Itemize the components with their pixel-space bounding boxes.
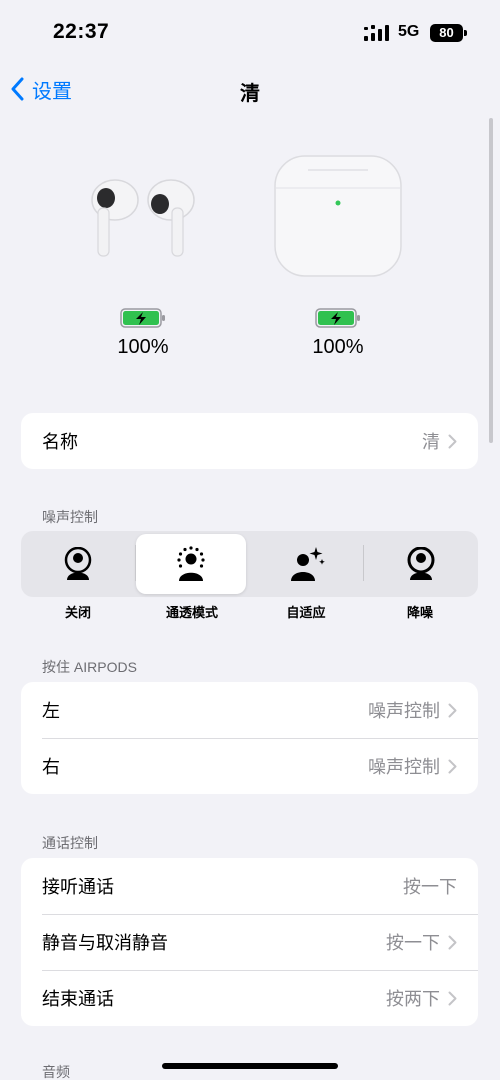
adaptive-icon: [291, 547, 325, 581]
noise-control-selector: [21, 531, 478, 597]
chevron-right-icon: [448, 434, 457, 448]
chevron-right-icon: [448, 991, 457, 1005]
noise-option-off[interactable]: [21, 531, 135, 597]
earbuds-battery-icon: [120, 308, 165, 328]
device-battery-panel: 100% 100%: [0, 140, 500, 370]
home-indicator[interactable]: [162, 1063, 338, 1069]
noise-option-adaptive-label: 自适应: [286, 605, 326, 620]
noise-option-adaptive[interactable]: [250, 531, 364, 597]
audio-header: 音频: [42, 1064, 70, 1080]
call-controls-group: 接听通话 按一下 静音与取消静音 按一下 结束通话 按两下: [21, 858, 478, 1026]
noise-option-transparency-label: 通透模式: [165, 605, 218, 620]
noise-option-off-label: 关闭: [64, 605, 91, 620]
noise-control-header: 噪声控制: [42, 509, 98, 525]
row-label: 接听通话: [42, 877, 114, 897]
mute-unmute-row[interactable]: 静音与取消静音 按一下: [21, 914, 478, 970]
press-hold-left-row[interactable]: 左 噪声控制: [21, 682, 478, 738]
earbuds-battery-percent: 100%: [117, 336, 169, 358]
row-label: 结束通话: [42, 989, 114, 1009]
battery-level: 80: [430, 24, 463, 42]
noise-option-cancellation[interactable]: [364, 531, 478, 597]
chevron-right-icon: [448, 703, 457, 717]
battery-icon: [464, 30, 467, 36]
chevron-right-icon: [448, 759, 457, 773]
airpods-case-icon: [274, 155, 402, 277]
row-value: 噪声控制: [368, 757, 440, 777]
network-type: 5G: [398, 23, 420, 40]
status-bar: 22:37 5G 80: [0, 0, 500, 66]
chevron-right-icon: [448, 935, 457, 949]
row-label: 左: [42, 701, 60, 721]
press-hold-group: 左 噪声控制 右 噪声控制: [21, 682, 478, 794]
noise-option-cancellation-label: 降噪: [406, 605, 433, 620]
row-value: 按一下: [386, 933, 440, 953]
case-status: 100%: [263, 140, 413, 370]
cellular-signal-icon: [364, 25, 389, 41]
row-label: 静音与取消静音: [42, 933, 168, 953]
name-label: 名称: [42, 432, 78, 452]
case-battery-percent: 100%: [312, 336, 364, 358]
press-hold-right-row[interactable]: 右 噪声控制: [21, 738, 478, 794]
noise-cancellation-icon: [407, 547, 435, 580]
row-value: 噪声控制: [368, 701, 440, 721]
call-controls-header: 通话控制: [42, 835, 98, 851]
segment-divider: [135, 545, 136, 581]
earbuds-status: 100%: [68, 140, 218, 370]
press-hold-header: 按住 AIRPODS: [42, 659, 137, 675]
noise-option-transparency[interactable]: [136, 534, 246, 594]
name-row[interactable]: 名称 清: [21, 413, 478, 469]
row-value: 按两下: [386, 989, 440, 1009]
airpods-earbuds-icon: [91, 179, 195, 257]
status-time: 22:37: [53, 20, 110, 43]
end-call-row[interactable]: 结束通话 按两下: [21, 970, 478, 1026]
answer-call-row[interactable]: 接听通话 按一下: [21, 858, 478, 914]
transparency-icon: [177, 546, 205, 581]
row-label: 右: [42, 757, 60, 777]
name-value: 清: [422, 432, 440, 452]
navigation-bar: 设置 清: [0, 66, 500, 112]
name-group: 名称 清: [21, 413, 478, 469]
page-title: 清: [240, 83, 260, 105]
case-battery-icon: [315, 308, 360, 328]
person-off-icon: [64, 547, 92, 580]
row-value: 按一下: [403, 877, 457, 897]
